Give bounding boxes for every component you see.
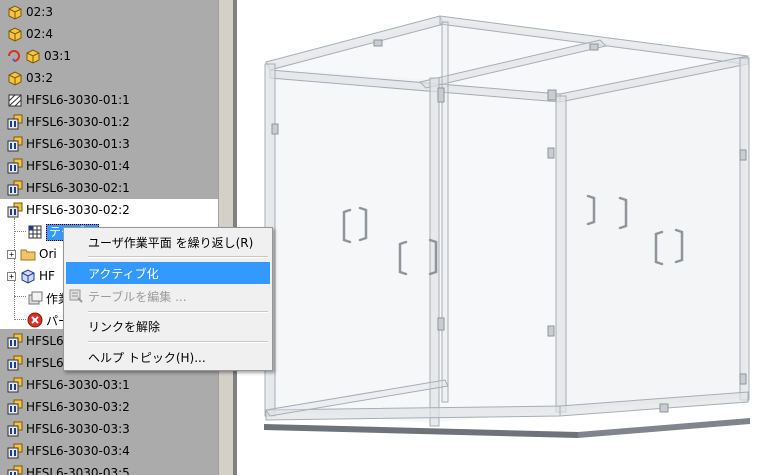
glass-panel-front-left: [268, 68, 430, 423]
menu-separator: [88, 341, 268, 343]
edit-table-icon: [69, 289, 83, 303]
expand-icon[interactable]: +: [7, 271, 16, 281]
tree-item-label: HFSL6-3030-03:2: [26, 400, 130, 414]
frame-member-icon: [7, 443, 23, 459]
frame-post-back: [441, 21, 449, 403]
tree-item-frame-member[interactable]: HFSL6-3030-01:2: [6, 111, 218, 133]
base-rail: [578, 418, 750, 438]
tree-item-part[interactable]: 03:1: [6, 45, 218, 67]
tree-item-frame-member[interactable]: HFSL6-3030-01:3: [6, 133, 218, 155]
tree-item-label: HFSL6-3030-01:3: [26, 137, 130, 151]
tree-item-label: Ori: [39, 247, 57, 261]
tree-item-frame-member-expanded[interactable]: HFSL6-3030-02:2: [6, 199, 218, 221]
menu-item-label: ヘルプ トピック(H)...: [88, 350, 206, 365]
tree-item-part[interactable]: 02:3: [6, 1, 218, 23]
error-icon: [27, 312, 43, 328]
frame-member-icon: [7, 355, 23, 371]
component-icon: [21, 269, 35, 284]
tree-item-frame-member[interactable]: HFSL6-3030-03:4: [6, 440, 218, 462]
glass-panel-right: [560, 62, 745, 410]
tree-item-part[interactable]: 02:4: [6, 23, 218, 45]
tree-item-label: HFSL6: [26, 334, 64, 348]
frame-member-hatched-icon: [8, 94, 22, 107]
corner-bracket: [373, 39, 383, 47]
part-icon: [8, 71, 22, 86]
menu-item-label: テーブルを編集 ...: [88, 289, 187, 304]
tree-item-label: HFSL6-3030-01:4: [26, 159, 130, 173]
graphics-viewport[interactable]: [237, 0, 770, 475]
frame-post-front: [429, 77, 440, 427]
corner-bracket: [271, 123, 279, 135]
base-rail: [264, 424, 578, 438]
corner-bracket: [739, 373, 747, 385]
menu-item-break-link[interactable]: リンクを解除: [66, 315, 270, 337]
frame-member-icon: [7, 421, 23, 437]
tree-item-frame-member[interactable]: HFSL6-3030-02:1: [6, 177, 218, 199]
tree-item-label: HFSL6-3030-01:2: [26, 115, 130, 129]
frame-member-icon: [7, 202, 23, 218]
table-icon: [28, 225, 42, 239]
expand-icon[interactable]: +: [7, 249, 16, 259]
menu-item-label: リンクを解除: [88, 319, 161, 334]
tree-item-frame-member[interactable]: HFSL6-3030-03:1: [6, 374, 218, 396]
frame-member-icon: [7, 136, 23, 152]
frame-member-icon: [7, 158, 23, 174]
corner-bracket: [437, 317, 445, 331]
menu-item-edit-table[interactable]: テーブルを編集 ...: [66, 285, 270, 307]
tree-item-label: 02:3: [26, 5, 53, 19]
tree-item-frame-member[interactable]: HFSL6-3030-03:3: [6, 418, 218, 440]
tree-item-label: HFSL6-3030-03:5: [26, 466, 130, 475]
frame-member-icon: [7, 399, 23, 415]
frame-post-front-right: [555, 95, 567, 413]
tree-connector-line: [14, 231, 26, 232]
tree-item-label: 03:1: [44, 49, 71, 63]
part-icon: [26, 49, 40, 64]
frame-post-right: [739, 57, 750, 401]
glass-panel-front-mid: [430, 80, 560, 423]
context-menu[interactable]: ユーザ作業平面 を繰り返し(R) アクティブ化 テーブルを編集 ... リンクを…: [63, 227, 273, 371]
tree-item-label: HFSL6-3030-03:4: [26, 444, 130, 458]
tree-item-part[interactable]: 03:2: [6, 67, 218, 89]
tree-item-label: HFSL6: [26, 356, 64, 370]
menu-item-label: ユーザ作業平面 を繰り返し(R): [88, 235, 254, 250]
frame-member-icon: [7, 377, 23, 393]
tree-item-label: HF: [39, 269, 55, 283]
tree-item-label: 02:4: [26, 27, 53, 41]
menu-item-label: アクティブ化: [88, 266, 159, 281]
part-icon: [8, 27, 22, 42]
frame-member-icon: [7, 333, 23, 349]
menu-item-repeat-work-plane[interactable]: ユーザ作業平面 を繰り返し(R): [66, 231, 270, 253]
menu-item-activate[interactable]: アクティブ化: [66, 262, 270, 284]
frame-member-icon: [7, 180, 23, 196]
frame-enclosure-model: [264, 15, 750, 438]
tree-item-label: 03:2: [26, 71, 53, 85]
adaptive-icon: [8, 50, 20, 62]
tree-item-frame-member[interactable]: HFSL6-3030-01:4: [6, 155, 218, 177]
tree-item-frame-member[interactable]: HFSL6-3030-03:5: [6, 462, 218, 475]
corner-bracket: [437, 87, 445, 103]
corner-bracket: [739, 149, 747, 161]
tree-item-label: HFSL6-3030-02:1: [26, 181, 130, 195]
tree-item-frame-member[interactable]: HFSL6-3030-03:2: [6, 396, 218, 418]
menu-separator: [88, 311, 268, 313]
folder-icon: [20, 249, 36, 261]
frame-member-icon: [7, 114, 23, 130]
corner-bracket: [659, 403, 669, 413]
corner-bracket: [547, 147, 555, 159]
tree-item-label: HFSL6-3030-03:3: [26, 422, 130, 436]
tree-item-label: HFSL6-3030-03:1: [26, 378, 130, 392]
tree-connector-line: [14, 296, 26, 297]
corner-bracket: [547, 89, 557, 101]
tree-item-frame-member[interactable]: HFSL6-3030-01:1: [6, 89, 218, 111]
tree-item-label: HFSL6-3030-01:1: [26, 93, 130, 107]
corner-bracket: [547, 325, 555, 337]
menu-separator: [88, 256, 268, 258]
work-plane-icon: [28, 291, 43, 305]
menu-item-help-topics[interactable]: ヘルプ トピック(H)...: [66, 346, 270, 368]
frame-member-icon: [7, 465, 23, 475]
part-icon: [8, 5, 22, 20]
tree-item-label: HFSL6-3030-02:2: [26, 203, 130, 217]
corner-bracket: [589, 43, 599, 51]
tree-connector-line: [14, 319, 26, 320]
